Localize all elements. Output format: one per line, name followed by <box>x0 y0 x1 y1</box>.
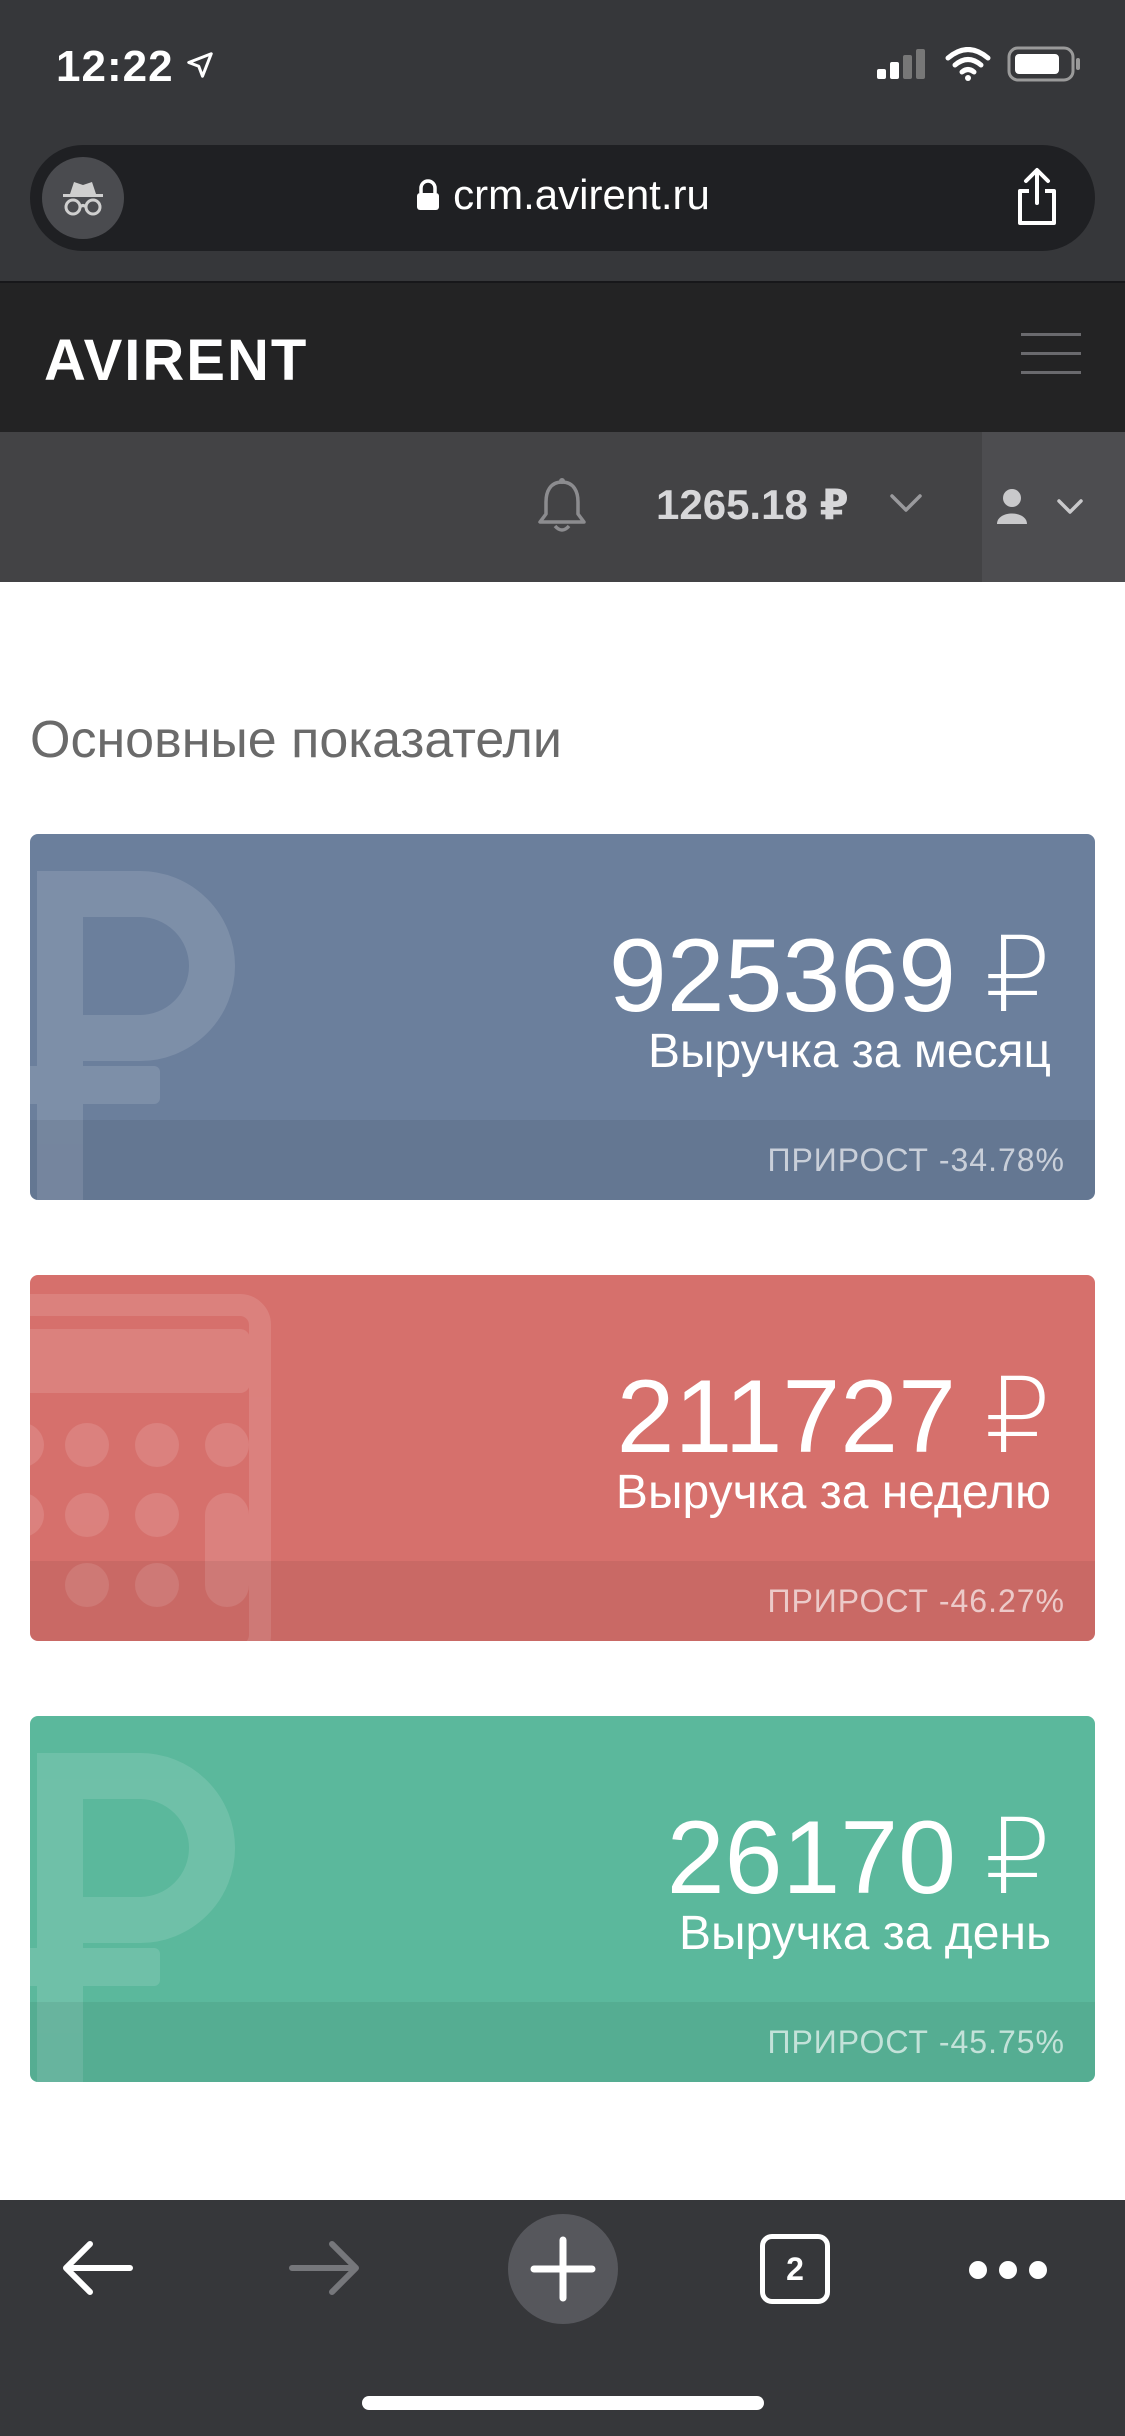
card-value: 26170 ₽ <box>666 1800 1051 1916</box>
menu-icon[interactable] <box>1021 333 1081 390</box>
revenue-day-card[interactable]: 26170 ₽ Выручка за день ПРИРОСТ -45.75% <box>30 1716 1095 2082</box>
location-arrow-icon <box>187 52 213 78</box>
logo[interactable]: AVIRENT <box>44 327 308 394</box>
browser-bottom-bar: 2 <box>0 2200 1125 2436</box>
card-label: Выручка за месяц <box>648 1025 1051 1078</box>
lock-icon <box>417 179 440 210</box>
card-label: Выручка за неделю <box>615 1466 1051 1519</box>
battery-icon <box>1007 46 1080 82</box>
share-icon[interactable] <box>1015 167 1059 227</box>
cellular-signal-icon <box>877 49 925 79</box>
home-indicator <box>362 2396 764 2410</box>
back-arrow-icon[interactable] <box>60 2238 134 2298</box>
card-growth: ПРИРОСТ -45.75% <box>767 2024 1065 2060</box>
balance-value[interactable]: 1265.18 ₽ <box>656 480 849 529</box>
tabs-button[interactable]: 2 <box>760 2234 830 2304</box>
chevron-down-icon[interactable] <box>888 492 924 514</box>
more-icon[interactable] <box>968 2260 1048 2280</box>
bell-icon[interactable] <box>535 476 589 536</box>
user-menu[interactable] <box>982 432 1125 582</box>
chevron-down-icon <box>1057 499 1083 514</box>
card-value: 211727 ₽ <box>616 1359 1051 1475</box>
url-field[interactable]: crm.avirent.ru <box>30 171 1095 219</box>
wifi-icon <box>945 47 991 81</box>
plus-icon <box>530 2236 596 2302</box>
browser-toolbar: crm.avirent.ru <box>0 135 1125 281</box>
card-value: 925369 ₽ <box>608 918 1051 1034</box>
user-icon <box>997 489 1027 524</box>
card-label: Выручка за день <box>678 1907 1051 1960</box>
app-header: AVIRENT <box>0 281 1125 432</box>
revenue-month-card[interactable]: 925369 ₽ Выручка за месяц ПРИРОСТ -34.78… <box>30 834 1095 1200</box>
page-title: Основные показатели <box>30 711 562 769</box>
user-toolbar: 1265.18 ₽ <box>0 432 1125 582</box>
card-footer: ПРИРОСТ -46.27% <box>30 1561 1095 1641</box>
url-text: crm.avirent.ru <box>453 171 710 218</box>
card-growth: ПРИРОСТ -46.27% <box>767 1583 1065 1619</box>
revenue-week-card[interactable]: 211727 ₽ Выручка за неделю ПРИРОСТ -46.2… <box>30 1275 1095 1641</box>
status-time: 12:22 <box>56 42 174 91</box>
card-footer: ПРИРОСТ -45.75% <box>30 2002 1095 2082</box>
forward-arrow-icon[interactable] <box>288 2238 362 2298</box>
address-bar[interactable]: crm.avirent.ru <box>30 145 1095 251</box>
card-growth: ПРИРОСТ -34.78% <box>767 1142 1065 1178</box>
card-footer: ПРИРОСТ -34.78% <box>30 1120 1095 1200</box>
status-bar: 12:22 <box>0 0 1125 135</box>
new-tab-button[interactable] <box>508 2214 618 2324</box>
